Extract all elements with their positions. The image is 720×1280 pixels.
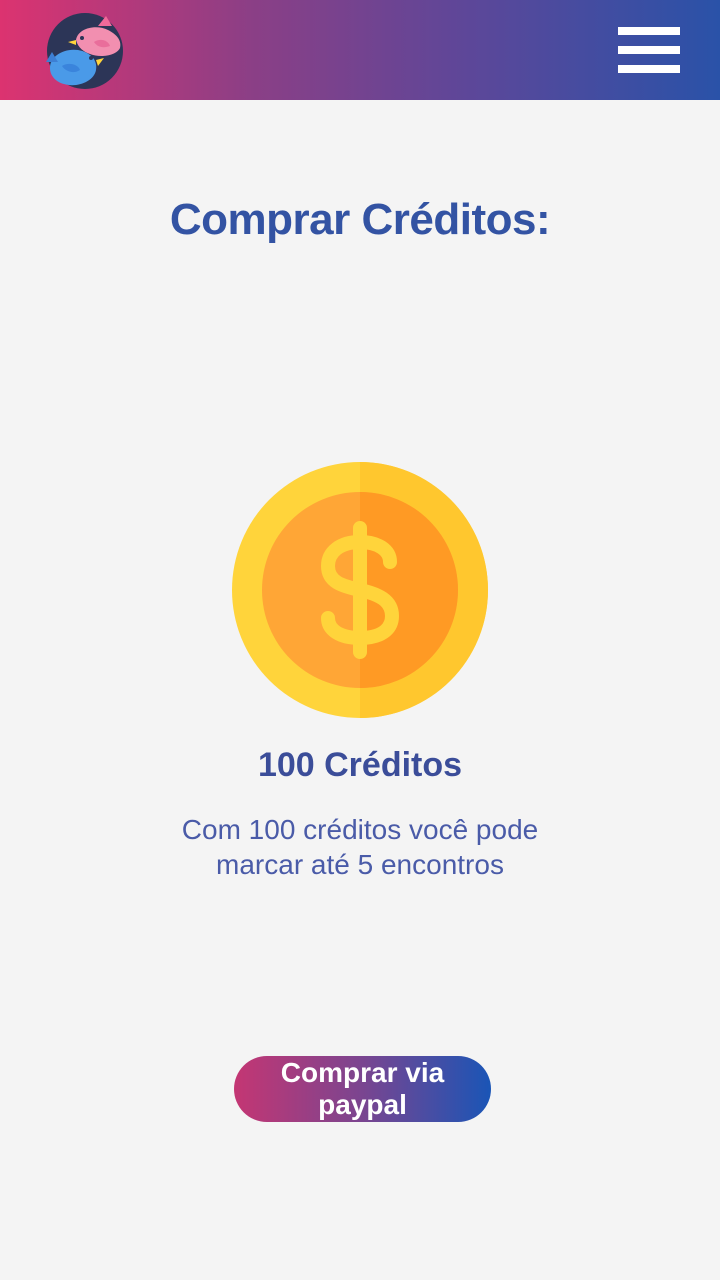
app-header [0, 0, 720, 100]
menu-bar [618, 65, 680, 73]
birds-logo-icon[interactable] [46, 12, 124, 90]
hamburger-menu-icon[interactable] [618, 27, 680, 73]
menu-bar [618, 46, 680, 54]
buy-via-paypal-button[interactable]: Comprar via paypal [234, 1056, 491, 1122]
page-title: Comprar Créditos: [169, 195, 551, 244]
product-description: Com 100 créditos você pode marcar até 5 … [181, 814, 539, 880]
menu-bar [618, 27, 680, 35]
product-title: 100 Créditos [257, 746, 463, 784]
dollar-coin-icon [232, 462, 488, 718]
